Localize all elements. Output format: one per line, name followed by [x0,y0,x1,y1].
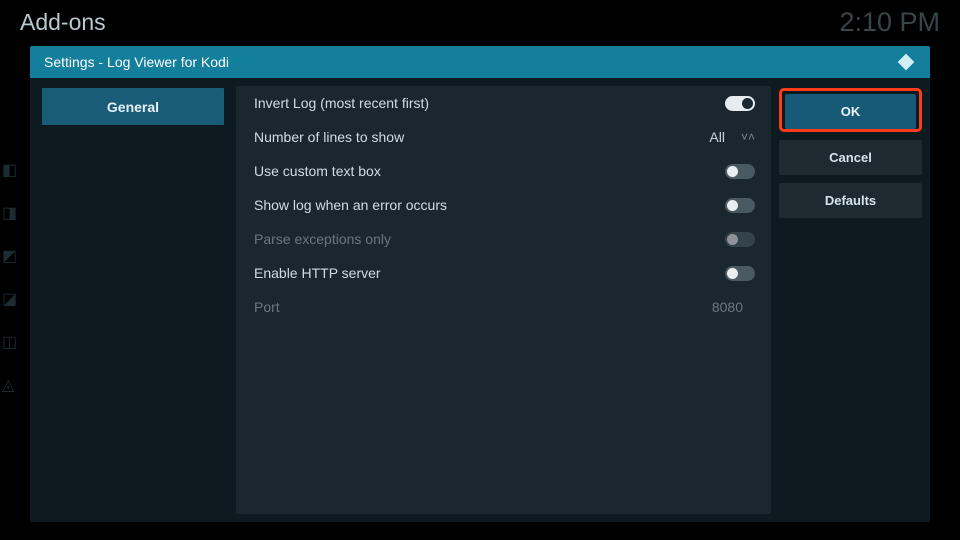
ok-highlight-box: OK [779,88,922,132]
rail-icon: ◨ [2,203,22,223]
defaults-button[interactable]: Defaults [779,183,922,218]
rail-icon: ◫ [2,332,22,352]
settings-dialog: Settings - Log Viewer for Kodi General I… [30,46,930,522]
sidebar-item-label: General [107,99,159,115]
rail-icon: ◩ [2,246,22,266]
kodi-logo-icon [896,52,916,72]
setting-invert-log[interactable]: Invert Log (most recent first) [236,86,771,120]
spinner-control[interactable]: ˅ ˄ [741,133,755,141]
setting-label: Enable HTTP server [254,265,725,281]
setting-label: Invert Log (most recent first) [254,95,725,111]
setting-custom-textbox[interactable]: Use custom text box [236,154,771,188]
toggle-off-icon[interactable] [725,266,755,281]
button-label: OK [841,104,861,119]
setting-label: Port [254,299,712,315]
background-clock: 2:10 PM [839,7,940,38]
toggle-off-icon[interactable] [725,198,755,213]
dialog-actions: OK Cancel Defaults [779,86,924,514]
setting-value: All [709,129,737,145]
chevron-up-icon[interactable]: ˄ [748,133,755,141]
setting-http-server[interactable]: Enable HTTP server [236,256,771,290]
setting-port: Port 8080 [236,290,771,324]
dialog-titlebar: Settings - Log Viewer for Kodi [30,46,930,78]
chevron-down-icon[interactable]: ˅ [741,133,748,141]
setting-value: 8080 [712,299,755,315]
setting-num-lines[interactable]: Number of lines to show All ˅ ˄ [236,120,771,154]
setting-label: Use custom text box [254,163,725,179]
category-sidebar: General [38,86,228,514]
sidebar-item-general[interactable]: General [42,88,224,125]
rail-icon: ◪ [2,289,22,309]
dialog-body: General Invert Log (most recent first) N… [30,78,930,522]
setting-show-on-error[interactable]: Show log when an error occurs [236,188,771,222]
toggle-on-icon[interactable] [725,96,755,111]
setting-label: Show log when an error occurs [254,197,725,213]
rail-icon: ◬ [2,375,22,395]
cancel-button[interactable]: Cancel [779,140,922,175]
toggle-off-icon[interactable] [725,164,755,179]
background-header: Add-ons 2:10 PM [0,0,960,40]
dialog-title: Settings - Log Viewer for Kodi [44,54,229,70]
button-label: Defaults [825,193,876,208]
button-label: Cancel [829,150,872,165]
ok-button[interactable]: OK [785,94,916,129]
setting-label: Parse exceptions only [254,231,725,247]
setting-label: Number of lines to show [254,129,709,145]
setting-parse-exceptions: Parse exceptions only [236,222,771,256]
background-left-rail: ◧ ◨ ◩ ◪ ◫ ◬ [0,160,22,395]
settings-panel: Invert Log (most recent first) Number of… [236,86,771,514]
rail-icon: ◧ [2,160,22,180]
background-title: Add-ons [20,9,106,36]
toggle-off-icon [725,232,755,247]
